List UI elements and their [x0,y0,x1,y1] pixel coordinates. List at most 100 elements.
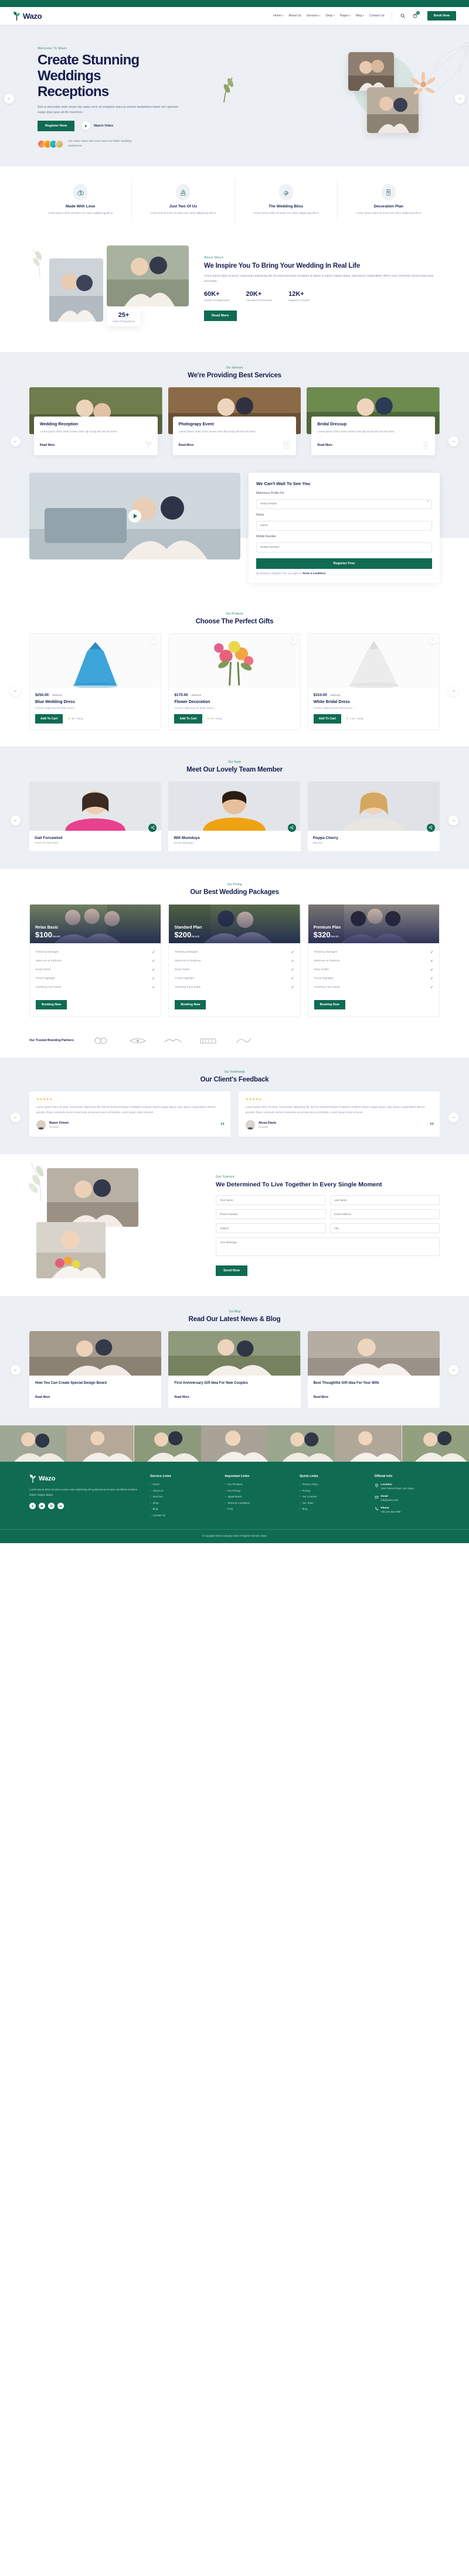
cart-icon[interactable]: 10 [412,11,420,19]
package-booking-button[interactable]: Booking Now [314,999,345,1009]
package-booking-button[interactable]: Booking Now [175,999,206,1009]
nav-item-services[interactable]: Services ▾ [307,14,320,18]
register-free-button[interactable]: Register Free [256,558,432,569]
booking-video-thumbnail[interactable] [29,473,240,560]
team-next-button[interactable]: → [448,815,458,825]
star-icon: ★ [206,716,210,721]
message-textarea[interactable] [216,1237,440,1256]
search-icon[interactable] [399,12,406,19]
site-footer: Wazo Lorem ipsum dolor sit amet consec t… [0,1462,469,1543]
blog-card[interactable]: How You Can Create Special Design Board … [29,1331,162,1408]
first-name-input[interactable] [216,1195,326,1205]
services-prev-button[interactable]: ← [11,436,21,446]
products-prev-button[interactable]: ← [11,685,21,696]
terms-link[interactable]: Terms & Conditions [303,572,325,575]
nav-item-pages[interactable]: Pages ▾ [340,14,351,18]
nav-item-about-us[interactable]: About Us [288,14,301,18]
profile-select[interactable] [256,499,432,510]
register-now-button[interactable]: Register Now [38,120,75,131]
footer-link[interactable]: › Contact Us [150,1514,216,1517]
blog-pr...[interactable]: ← [11,1365,21,1376]
gallery-item[interactable] [402,1425,469,1462]
wishlist-icon[interactable]: ♡ [290,637,297,644]
gallery-item[interactable] [268,1425,335,1462]
blog-card[interactable]: Best Thoughtful Gift Idea For Your Wife … [307,1331,440,1408]
phone-input[interactable] [216,1209,326,1219]
testimonials-next-button[interactable]: → [448,1112,458,1122]
testimonials-prev-button[interactable]: ← [11,1112,21,1122]
share-icon[interactable] [426,823,435,832]
gallery-item[interactable] [67,1425,134,1462]
service-card-wedding-reception[interactable]: Wedding Reception Lorem ipsum dolor amet… [29,387,162,456]
blog-read-more-link[interactable]: Read More [174,1396,189,1399]
last-name-input[interactable] [329,1195,440,1205]
send-now-button[interactable]: Send Now [216,1265,248,1276]
blog-card[interactable]: First Anniversary Gift Idea For New Coup… [168,1331,301,1408]
hero-prev-button[interactable]: ← [4,94,14,104]
services-next-button[interactable]: → [448,436,458,446]
subject-input[interactable] [216,1223,326,1233]
nav-label: Services [306,14,318,18]
gallery-item[interactable] [335,1425,402,1462]
mobile-input[interactable] [256,543,432,553]
nav-item-blog[interactable]: Blog ▾ [356,14,364,18]
blog-next-button[interactable]: → [448,1365,458,1376]
wishlist-icon[interactable]: ♡ [429,637,436,644]
footer-link[interactable]: › Privacy Policy [300,1483,365,1486]
about-section: 25+ Years Of Experience About Wazo We In… [0,234,469,352]
blog-read-more-link[interactable]: Read More [314,1396,329,1399]
footer-link[interactable]: › Home [150,1483,216,1486]
footer-link[interactable]: › Blog [300,1507,365,1510]
gallery-item[interactable] [0,1425,67,1462]
facebook-icon[interactable] [29,1503,36,1510]
footer-link[interactable]: › Blog [150,1507,216,1510]
email-input[interactable] [329,1209,440,1219]
service-read-more-link[interactable]: Read More [317,443,332,447]
share-icon[interactable] [287,823,296,832]
footer-brand: Wazo Lorem ipsum dolor sit amet consec t… [29,1475,141,1520]
add-to-cart-button[interactable]: Add To Cart [174,714,202,724]
rings-icon [73,184,88,201]
footer-link[interactable]: › Terms & Conditions [225,1502,291,1504]
footer-link[interactable]: › FAQ [225,1507,291,1510]
gallery-item[interactable] [200,1425,269,1462]
footer-link[interactable]: › Pricing [300,1489,365,1492]
play-video-button[interactable] [128,510,141,523]
name-input[interactable] [256,521,432,531]
service-card-photograpy-event[interactable]: Photograpy Event Lorem ipsum dolor amet … [168,387,301,456]
footer-link[interactable]: › Appointment [225,1495,291,1498]
nav-item-shop[interactable]: Shop ▾ [325,14,335,18]
book-now-button[interactable]: Book Now [427,11,456,21]
rating-stars: ★★★★★ [246,1097,263,1101]
nav-item-contact-us[interactable]: Contact Us [369,14,385,18]
footer-link[interactable]: › Services [150,1495,216,1498]
gallery-item[interactable] [134,1425,201,1462]
twitter-icon[interactable] [39,1503,45,1510]
hero-next-button[interactable]: → [455,94,465,104]
hero-photo-primary [348,52,394,91]
city-input[interactable] [329,1223,440,1233]
footer-logo[interactable]: Wazo [29,1475,141,1483]
footer-link[interactable]: › Our Products [225,1483,291,1486]
footer-link[interactable]: › About Us [150,1489,216,1492]
add-to-cart-button[interactable]: Add To Cart [35,714,63,724]
footer-link[interactable]: › Our Pricing [225,1489,291,1492]
footer-link[interactable]: › Shop [150,1502,216,1504]
linkedin-icon[interactable] [57,1503,64,1510]
package-booking-button[interactable]: Booking Now [36,999,67,1009]
products-next-button[interactable]: → [448,685,458,696]
service-read-more-link[interactable]: Read More [179,443,194,447]
blog-read-more-link[interactable]: Read More [35,1396,50,1399]
nav-item-home[interactable]: Home ▾ [273,14,283,18]
service-read-more-link[interactable]: Read More [40,443,55,447]
instagram-icon[interactable] [48,1503,55,1510]
watch-video-button[interactable]: Watch Video [81,121,113,131]
site-logo[interactable]: Wazo [13,11,42,21]
add-to-cart-button[interactable]: Add To Cart [313,714,341,724]
footer-link[interactable]: › Our Courses [300,1495,365,1498]
features-section: Made With Love Lorem ipsum dolor sit ame… [0,166,469,235]
about-read-more-button[interactable]: Read More [204,310,237,321]
service-card-bridal-dressup[interactable]: Bridal Dressup Lorem ipsum dolor amet co… [307,387,440,456]
team-prev-button[interactable]: ← [11,815,21,825]
footer-link[interactable]: › Our Team [300,1502,365,1504]
